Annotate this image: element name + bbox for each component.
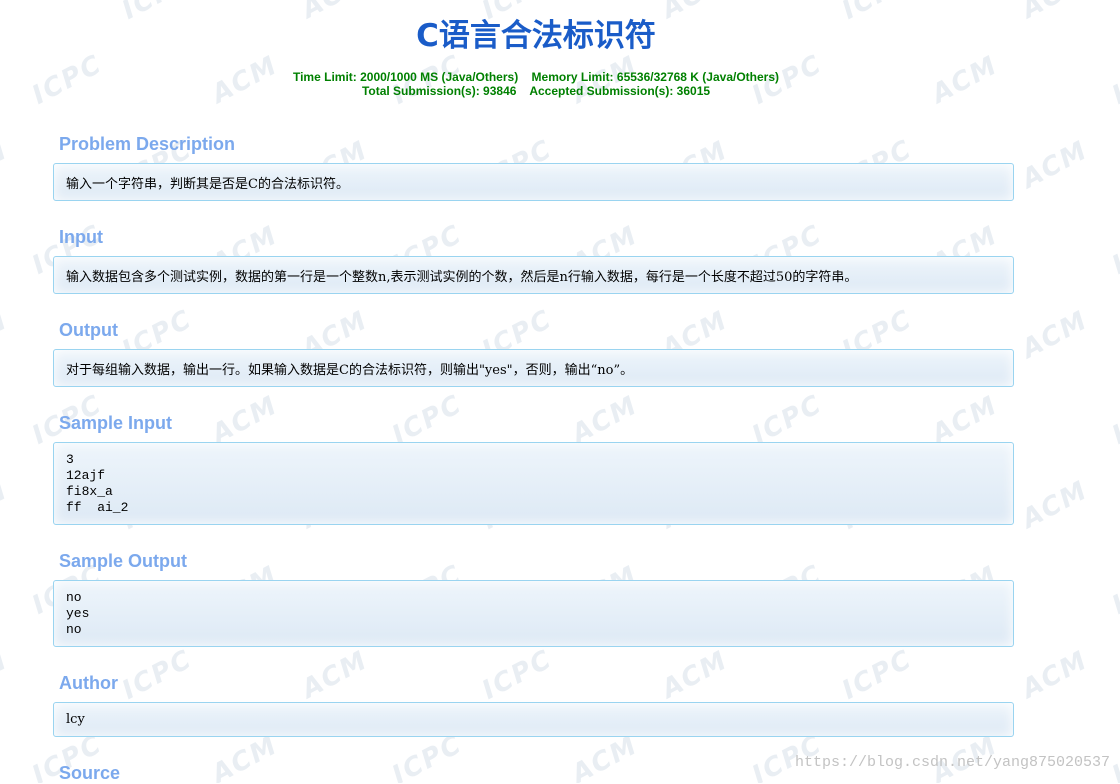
- output-heading: Output: [59, 320, 118, 340]
- author-text: lcy: [66, 712, 85, 727]
- watermark-text: ACM: [207, 390, 284, 450]
- watermark-text: ACM: [927, 390, 1004, 450]
- sample-input-panel: 3 12ajf fi8x_a ff ai_2: [53, 442, 1014, 525]
- watermark-text: ACM: [1017, 135, 1094, 195]
- watermark-text: ICPC: [1107, 389, 1120, 451]
- watermark-text: ACM: [1017, 305, 1094, 365]
- watermark-text: ACM: [297, 645, 374, 705]
- watermark-text: ICPC: [1107, 49, 1120, 111]
- input-panel: 输入数据包含多个测试实例，数据的第一行是一个整数n,表示测试实例的个数，然后是n…: [53, 256, 1014, 294]
- watermark-text: ACM: [1017, 645, 1094, 705]
- watermark-text: ICPC: [117, 644, 198, 706]
- author-panel: lcy: [53, 702, 1014, 737]
- watermark-text: ACM: [0, 135, 14, 195]
- description-panel: 输入一个字符串，判断其是否是C的合法标识符。: [53, 163, 1014, 201]
- output-text: 对于每组输入数据，输出一行。如果输入数据是C的合法标识符，则输出"yes"，否则…: [66, 362, 634, 378]
- memory-limit: Memory Limit: 65536/32768 K (Java/Others…: [531, 70, 779, 84]
- watermark-text: ACM: [567, 730, 644, 783]
- watermark-text: ACM: [657, 645, 734, 705]
- footer-url-watermark: https://blog.csdn.net/yang875020537: [794, 754, 1110, 771]
- watermark-text: ACM: [1017, 475, 1094, 535]
- problem-limits: Time Limit: 2000/1000 MS (Java/Others) M…: [0, 70, 1072, 98]
- sample-output-panel: no yes no: [53, 580, 1014, 647]
- author-heading: Author: [59, 673, 118, 693]
- watermark-text: ACM: [0, 305, 14, 365]
- input-text: 输入数据包含多个测试实例，数据的第一行是一个整数n,表示测试实例的个数，然后是n…: [66, 269, 858, 285]
- watermark-text: ICPC: [477, 644, 558, 706]
- sample-input-code: 3 12ajf fi8x_a ff ai_2: [66, 452, 129, 515]
- description-heading: Problem Description: [59, 134, 236, 154]
- problem-title: C语言合法标识符: [416, 18, 656, 54]
- watermark-text: ICPC: [387, 729, 468, 783]
- output-panel: 对于每组输入数据，输出一行。如果输入数据是C的合法标识符，则输出"yes"，否则…: [53, 349, 1014, 387]
- sample-output-heading: Sample Output: [59, 551, 188, 571]
- time-limit: Time Limit: 2000/1000 MS (Java/Others): [292, 70, 519, 84]
- total-submissions: Total Submission(s): 93846: [361, 84, 517, 98]
- watermark-text: ACM: [207, 730, 284, 783]
- description-text: 输入一个字符串，判断其是否是C的合法标识符。: [66, 176, 349, 192]
- sample-input-heading: Sample Input: [59, 413, 173, 433]
- watermark-layer: ACMICPCACMICPCACMICPCACMICPCACMICPCACMIC…: [0, 0, 1120, 783]
- watermark-text: ICPC: [1107, 219, 1120, 281]
- watermark-text: ACM: [0, 645, 14, 705]
- watermark-text: ACM: [0, 475, 14, 535]
- input-heading: Input: [59, 227, 103, 247]
- watermark-text: ICPC: [1107, 559, 1120, 621]
- source-heading: Source: [59, 763, 121, 783]
- watermark-text: ICPC: [837, 644, 918, 706]
- sample-output-code: no yes no: [66, 590, 90, 637]
- watermark-text: ACM: [567, 390, 644, 450]
- accepted-submissions: Accepted Submission(s): 36015: [529, 84, 711, 98]
